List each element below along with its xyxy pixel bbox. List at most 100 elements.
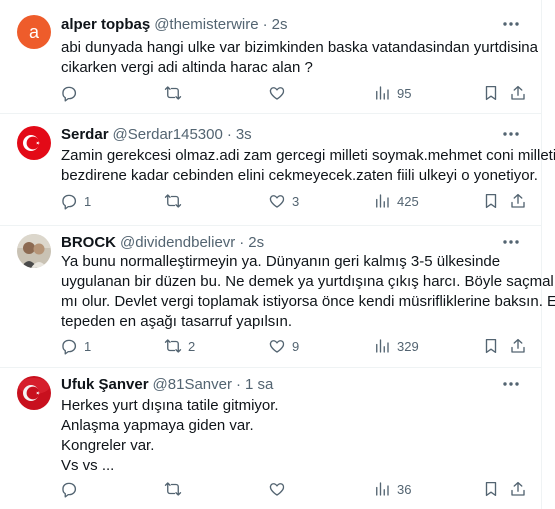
reply-button[interactable] [60, 479, 84, 499]
separator-dot: · [262, 15, 268, 33]
bookmark-button[interactable] [482, 83, 500, 103]
separator-dot: · [226, 125, 232, 143]
bookmark-icon [485, 481, 497, 497]
reply-icon [62, 86, 77, 102]
reply-icon [62, 194, 77, 210]
tweet-card[interactable]: BROCK @dividendbelievr · 2s Ya bunu norm… [0, 226, 555, 368]
view-count: 425 [397, 193, 419, 209]
user-handle[interactable]: @themisterwire [154, 16, 258, 33]
retweet-icon [164, 339, 182, 353]
avatar[interactable] [17, 376, 51, 410]
bookmark-button[interactable] [482, 336, 500, 356]
like-button[interactable]: 9 [268, 336, 299, 356]
turkish-flag-avatar [17, 126, 51, 160]
like-button[interactable]: 3 [268, 191, 299, 211]
heart-icon [269, 340, 285, 353]
action-bar: 1 2 9 329 [60, 336, 530, 356]
avatar[interactable] [17, 234, 51, 268]
bookmark-icon [485, 85, 497, 101]
action-bar: 1 3 425 [60, 191, 530, 211]
like-count: 3 [292, 193, 300, 209]
views-button[interactable]: 95 [373, 83, 411, 103]
retweet-icon [164, 86, 182, 100]
tweet-text: Zamin gerekcesi olmaz.adi zam gercegi mi… [61, 146, 555, 186]
reply-icon [62, 482, 77, 498]
tweet-card[interactable]: Serdar @Serdar145300 · 3s Zamin gerekces… [0, 114, 555, 226]
retweet-button[interactable]: 2 [164, 336, 195, 356]
display-name[interactable]: Ufuk Şanver [61, 376, 149, 393]
user-handle[interactable]: @81Sanver [153, 376, 232, 393]
share-button[interactable] [509, 479, 527, 499]
views-chart-icon [376, 482, 389, 496]
tweet-header: BROCK @dividendbelievr · 2s [61, 232, 264, 252]
tweet-text-line: tepeden en aşağı tasarruf yapılsın. [61, 313, 292, 330]
separator-dot: · [236, 375, 241, 393]
reply-feed: a alper topbaş @themisterwire · 2s abi d… [0, 0, 555, 509]
tweet-text: Ya bunu normalleştirmeyin ya. Dünyanın g… [61, 252, 555, 332]
view-count: 95 [397, 85, 412, 101]
tweet-text-line: Herkes yurt dışına tatile gitmiyor. [61, 397, 279, 414]
retweet-button[interactable] [164, 479, 188, 499]
more-options-icon[interactable] [501, 14, 521, 34]
tweet-text-line: uygulanan bir düzen bu. Ne demek ya yurt… [61, 273, 555, 290]
reply-count: 1 [84, 338, 92, 354]
tweet-header: Ufuk Şanver @81Sanver · 1 sa [61, 374, 273, 394]
avatar-letter: a [28, 21, 39, 42]
timestamp[interactable]: 2s [272, 16, 288, 33]
tweet-header: Serdar @Serdar145300 · 3s [61, 124, 252, 144]
display-name[interactable]: BROCK [61, 234, 116, 251]
tweet-text-line: Vs vs ... [61, 457, 115, 474]
view-count: 36 [397, 481, 412, 497]
bookmark-button[interactable] [482, 479, 500, 499]
share-button[interactable] [509, 336, 527, 356]
display-name[interactable]: alper topbaş [61, 16, 150, 33]
more-options-icon[interactable] [501, 124, 521, 144]
tweet-text-line: cikarken vergi adi altinda harac alan ? [61, 59, 313, 76]
reply-button[interactable] [60, 83, 84, 103]
more-options-icon[interactable] [501, 374, 521, 394]
bookmark-button[interactable] [482, 191, 500, 211]
avatar[interactable]: a [17, 15, 51, 49]
timestamp[interactable]: 1 sa [245, 376, 273, 393]
views-chart-icon [376, 339, 389, 353]
turkish-flag-avatar [17, 376, 51, 410]
more-options-icon[interactable] [501, 232, 521, 252]
share-icon [511, 338, 525, 353]
user-handle[interactable]: @dividendbelievr [120, 234, 235, 251]
right-border [541, 0, 555, 509]
reply-icon [62, 339, 77, 355]
share-button[interactable] [509, 191, 527, 211]
timestamp[interactable]: 2s [248, 234, 264, 251]
tweet-card[interactable]: a alper topbaş @themisterwire · 2s abi d… [0, 0, 541, 114]
user-photo-avatar [17, 234, 51, 268]
avatar[interactable] [17, 126, 51, 160]
heart-icon [269, 87, 285, 100]
display-name[interactable]: Serdar [61, 126, 109, 143]
view-count: 329 [397, 338, 419, 354]
retweet-icon [164, 194, 182, 208]
tweet-card[interactable]: Ufuk Şanver @81Sanver · 1 sa Herkes yurt… [0, 368, 541, 509]
retweet-button[interactable] [164, 83, 188, 103]
tweet-text-line: abi dunyada hangi ulke var bizimkinden b… [61, 39, 538, 56]
tweet-text-line: mı olur. Devlet vergi toplamak istiyorsa… [61, 293, 555, 310]
views-button[interactable]: 425 [373, 191, 419, 211]
retweet-icon [164, 482, 182, 496]
like-button[interactable] [268, 479, 292, 499]
views-button[interactable]: 329 [373, 336, 419, 356]
action-bar: 36 [60, 479, 530, 499]
retweet-button[interactable] [164, 191, 188, 211]
reply-button[interactable]: 1 [60, 336, 91, 356]
views-button[interactable]: 36 [373, 479, 411, 499]
reply-button[interactable]: 1 [60, 191, 91, 211]
bookmark-icon [485, 338, 497, 354]
timestamp[interactable]: 3s [236, 126, 252, 143]
share-button[interactable] [509, 83, 527, 103]
like-count: 9 [292, 338, 300, 354]
action-bar: 95 [60, 83, 530, 103]
heart-icon [269, 483, 285, 496]
user-handle[interactable]: @Serdar145300 [113, 126, 223, 143]
share-icon [511, 193, 525, 208]
like-button[interactable] [268, 83, 292, 103]
share-icon [511, 85, 525, 100]
tweet-text: Herkes yurt dışına tatile gitmiyor. Anla… [61, 396, 531, 476]
